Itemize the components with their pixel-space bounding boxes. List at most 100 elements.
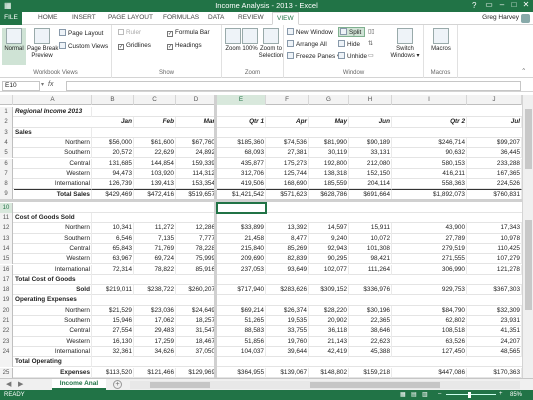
cell-c5[interactable]: 22,629 xyxy=(134,148,176,159)
column-header-g[interactable]: G xyxy=(309,95,349,105)
row-header[interactable]: 8 xyxy=(0,179,13,190)
cell-j6[interactable]: 233,288 xyxy=(467,158,522,169)
cell-i12[interactable]: 43,900 xyxy=(392,223,467,234)
cell-j5[interactable]: 36,445 xyxy=(467,148,522,159)
cell-i18[interactable]: 929,753 xyxy=(392,285,467,296)
cell-b14[interactable]: 65,843 xyxy=(92,243,134,255)
row-header[interactable]: 22 xyxy=(0,326,13,337)
cell-d21[interactable]: 18,257 xyxy=(176,316,217,327)
cell-a18[interactable]: Sold xyxy=(14,285,92,296)
tab-data[interactable]: DATA xyxy=(208,14,224,21)
cell-e4[interactable]: $185,360 xyxy=(217,137,266,149)
custom-views-button[interactable]: Custom Views xyxy=(59,42,108,50)
view-side-by-side-icon[interactable]: ▯▯ xyxy=(368,28,375,35)
cell-h23[interactable]: 22,623 xyxy=(349,336,392,347)
cell-i4[interactable]: $246,714 xyxy=(392,137,467,149)
column-header-d[interactable]: D xyxy=(176,95,217,105)
cell-h20[interactable]: $30,196 xyxy=(349,305,392,316)
cell-d22[interactable]: 31,547 xyxy=(176,326,217,337)
cell-i16[interactable]: 306,990 xyxy=(392,264,467,275)
upper-scroll-thumb[interactable] xyxy=(525,109,532,169)
cell-j8[interactable]: 224,526 xyxy=(467,179,522,190)
zoom-in-button[interactable]: + xyxy=(499,391,503,397)
row-header[interactable]: 4 xyxy=(0,137,13,149)
worksheet-grid[interactable]: ABCDEFGHIJ 1 Regional Income 2013 2 Jan Feb M… xyxy=(0,95,522,378)
cell-c18[interactable]: $238,722 xyxy=(134,285,176,296)
gridlines-checkbox[interactable]: ✓ Gridlines xyxy=(118,42,151,50)
cell-g23[interactable]: 21,143 xyxy=(309,336,349,347)
cell-g25[interactable]: $148,802 xyxy=(309,367,349,378)
normal-view-button[interactable]: Normal xyxy=(2,28,26,65)
cell-d7[interactable]: 114,312 xyxy=(176,168,217,180)
row-header[interactable]: 7 xyxy=(0,168,13,180)
cell-g4[interactable]: $81,990 xyxy=(309,137,349,149)
cell-j20[interactable]: $32,309 xyxy=(467,305,522,316)
cell-g7[interactable]: 138,318 xyxy=(309,168,349,180)
zoom-slider[interactable] xyxy=(446,394,496,395)
row-header[interactable]: 25 xyxy=(0,367,13,378)
cell-a22[interactable]: Central xyxy=(14,326,92,337)
cell-h14[interactable]: 101,308 xyxy=(349,243,392,255)
cell-b7[interactable]: 94,473 xyxy=(92,168,134,180)
unhide-button[interactable]: Unhide xyxy=(338,52,367,60)
cell-h22[interactable]: 38,646 xyxy=(349,326,392,337)
page-break-preview-button[interactable]: Page Break Preview xyxy=(27,28,58,60)
cell-h13[interactable]: 10,072 xyxy=(349,233,392,244)
cell-b25[interactable]: $113,520 xyxy=(92,367,134,378)
cell-j18[interactable]: $367,303 xyxy=(467,285,522,296)
sheet-nav-prev-icon[interactable]: ◀ xyxy=(6,380,11,388)
cell-a15[interactable]: Western xyxy=(14,254,92,265)
cell-b4[interactable]: $56,000 xyxy=(92,137,134,149)
cell-i21[interactable]: 62,802 xyxy=(392,316,467,327)
user-name[interactable]: Greg Harvey xyxy=(482,14,519,21)
row-header[interactable]: 10 xyxy=(0,202,13,213)
cell-a11[interactable]: Cost of Goods Sold xyxy=(14,213,92,224)
page-layout-status-icon[interactable]: ▤ xyxy=(411,391,417,398)
cell-e24[interactable]: 104,037 xyxy=(217,346,266,358)
cell-c13[interactable]: 7,135 xyxy=(134,233,176,244)
split-button[interactable]: Split xyxy=(338,27,366,37)
cell-h4[interactable]: $90,189 xyxy=(349,137,392,149)
cell-b2[interactable]: Jan xyxy=(92,117,134,128)
cell-e18[interactable]: $717,940 xyxy=(217,285,266,296)
cell-d2[interactable]: Mar xyxy=(176,117,217,128)
cell-c14[interactable]: 71,769 xyxy=(134,243,176,255)
cell-d4[interactable]: $67,760 xyxy=(176,137,217,149)
horizontal-scrollbar[interactable] xyxy=(130,381,520,389)
collapse-ribbon-icon[interactable]: ⌃ xyxy=(521,68,526,75)
cell-f8[interactable]: 168,690 xyxy=(266,179,309,190)
cell-f6[interactable]: 175,273 xyxy=(266,158,309,169)
headings-checkbox[interactable]: ✓ Headings xyxy=(167,42,202,50)
help-icon[interactable]: ? xyxy=(472,1,476,10)
cell-f12[interactable]: 13,392 xyxy=(266,223,309,234)
cell-b5[interactable]: 20,572 xyxy=(92,148,134,159)
cell-i22[interactable]: 108,518 xyxy=(392,326,467,337)
cell-e25[interactable]: $364,955 xyxy=(217,367,266,378)
cell-c15[interactable]: 69,724 xyxy=(134,254,176,265)
zoom-level[interactable]: 85% xyxy=(510,392,522,398)
cell-d24[interactable]: 37,050 xyxy=(176,346,217,358)
cell-d20[interactable]: $24,649 xyxy=(176,305,217,316)
cell-f7[interactable]: 125,744 xyxy=(266,168,309,180)
cell-j4[interactable]: $99,207 xyxy=(467,137,522,149)
zoom-button[interactable]: Zoom xyxy=(224,28,242,53)
cell-a5[interactable]: Southern xyxy=(14,148,92,159)
cell-a25[interactable]: Expenses xyxy=(14,367,92,378)
cell-g14[interactable]: 92,943 xyxy=(309,243,349,255)
cell-f16[interactable]: 93,649 xyxy=(266,264,309,275)
cell-j23[interactable]: 24,207 xyxy=(467,336,522,347)
cell-f14[interactable]: 85,269 xyxy=(266,243,309,255)
avatar[interactable] xyxy=(521,14,530,23)
cell-d18[interactable]: $260,207 xyxy=(176,285,217,296)
cell-i8[interactable]: 558,363 xyxy=(392,179,467,190)
tab-view[interactable]: VIEW xyxy=(272,12,299,25)
cell-a21[interactable]: Southern xyxy=(14,316,92,327)
cell-h2[interactable]: Jun xyxy=(349,117,392,128)
cell-h12[interactable]: 15,911 xyxy=(349,223,392,234)
cell-d8[interactable]: 153,354 xyxy=(176,179,217,190)
cell-c24[interactable]: 34,626 xyxy=(134,346,176,358)
normal-view-status-icon[interactable]: ▦ xyxy=(400,391,406,398)
cell-d23[interactable]: 18,467 xyxy=(176,336,217,347)
cell-c7[interactable]: 103,920 xyxy=(134,168,176,180)
cell-h7[interactable]: 152,150 xyxy=(349,168,392,180)
